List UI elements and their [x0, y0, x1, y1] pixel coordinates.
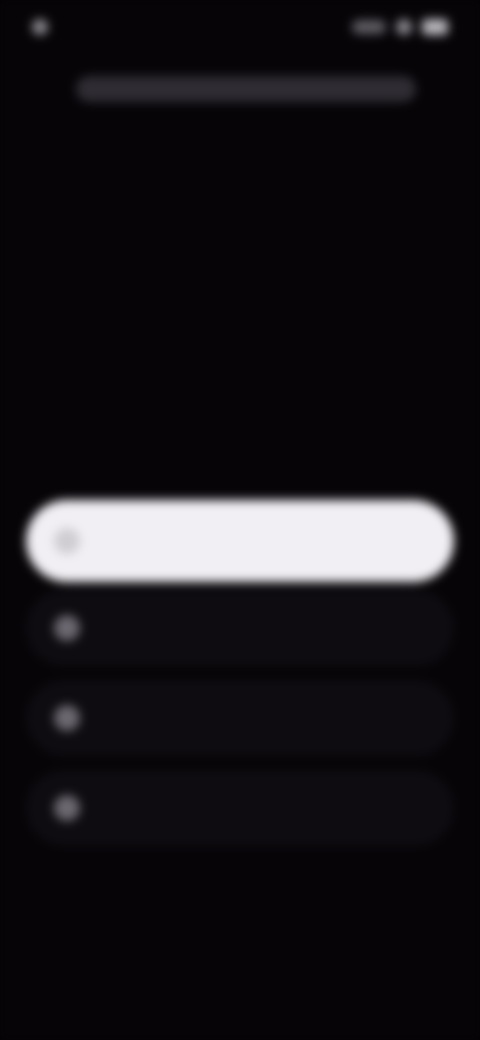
footer-button[interactable]: [140, 948, 340, 988]
status-indicator-icon: [32, 19, 48, 35]
status-bar: [32, 14, 448, 40]
app-screen: [0, 0, 480, 1040]
option-list: [26, 500, 454, 860]
radio-icon: [54, 705, 80, 731]
option-item-2[interactable]: [26, 590, 454, 666]
top-bar: [76, 76, 416, 102]
radio-selected-icon: [54, 528, 80, 554]
radio-icon: [54, 615, 80, 641]
status-right: [352, 19, 448, 35]
battery-icon: [422, 19, 448, 35]
option-item-4[interactable]: [26, 770, 454, 846]
status-left: [32, 19, 58, 35]
option-item-3[interactable]: [26, 680, 454, 756]
signal-icon: [352, 20, 386, 34]
wifi-icon: [396, 19, 412, 35]
radio-icon: [54, 795, 80, 821]
option-item-1[interactable]: [26, 500, 454, 582]
